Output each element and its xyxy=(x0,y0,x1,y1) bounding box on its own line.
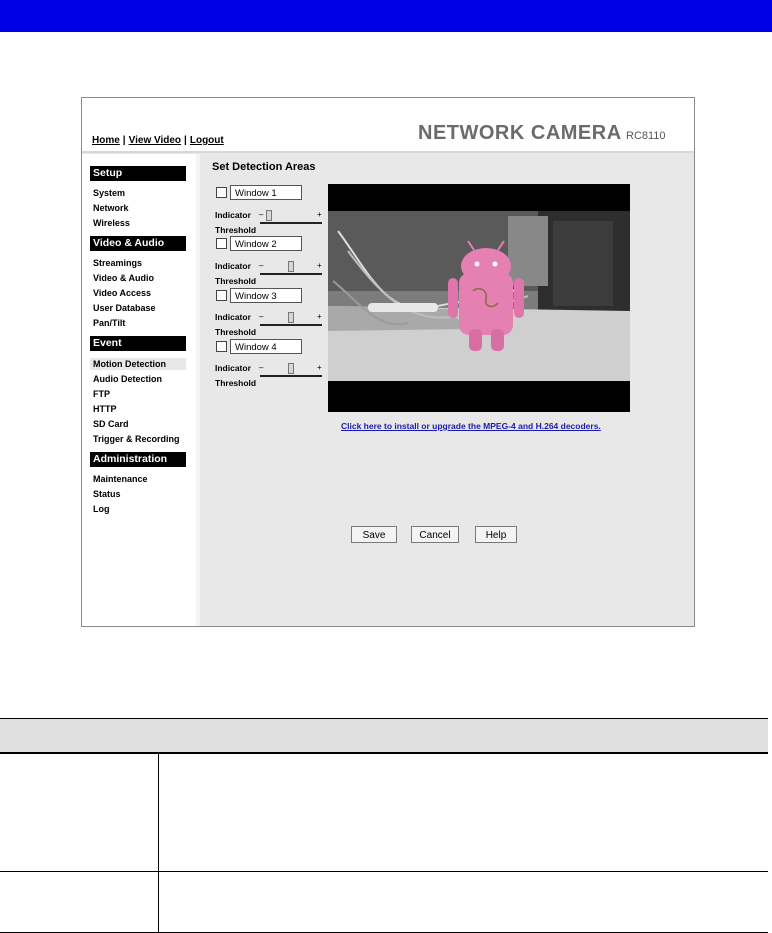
slider-min-mark: – xyxy=(259,261,264,270)
window-1-name-field[interactable]: Window 1 xyxy=(230,185,302,200)
slider-track xyxy=(260,324,322,326)
sidebar-section-administration: Administration xyxy=(90,452,186,467)
sidebar-item-motion-detection[interactable]: Motion Detection xyxy=(90,358,186,370)
indicator-label: Indicator xyxy=(215,363,251,373)
sidebar-item-maintenance[interactable]: Maintenance xyxy=(93,473,148,485)
sidebar-divider xyxy=(196,154,200,626)
slider-track xyxy=(260,375,322,377)
slider-max-mark: + xyxy=(317,312,322,321)
indicator-label: Indicator xyxy=(215,261,251,271)
home-link[interactable]: Home xyxy=(92,135,120,146)
page-title: Set Detection Areas xyxy=(212,161,316,173)
sidebar-section-event: Event xyxy=(90,336,186,351)
sidebar-item-pan-tilt[interactable]: Pan/Tilt xyxy=(93,317,125,329)
slider-max-mark: + xyxy=(317,261,322,270)
sidebar-section-video-audio: Video & Audio xyxy=(90,236,186,251)
window-3-checkbox[interactable] xyxy=(216,290,227,301)
sidebar-item-status[interactable]: Status xyxy=(93,488,121,500)
sidebar-item-log[interactable]: Log xyxy=(93,503,110,515)
threshold-label: Threshold xyxy=(215,378,257,388)
window-4-checkbox[interactable] xyxy=(216,341,227,352)
window-3-threshold-slider[interactable]: – + xyxy=(259,312,322,326)
cancel-button[interactable]: Cancel xyxy=(411,526,459,543)
slider-max-mark: + xyxy=(317,210,322,219)
slider-max-mark: + xyxy=(317,363,322,372)
link-separator: | xyxy=(122,135,126,146)
slider-thumb[interactable] xyxy=(265,210,272,221)
threshold-label: Threshold xyxy=(215,276,257,286)
sidebar-item-network[interactable]: Network xyxy=(93,202,129,214)
column-divider xyxy=(158,754,159,871)
slider-thumb[interactable] xyxy=(288,312,294,323)
slider-min-mark: – xyxy=(259,312,264,321)
sidebar-item-system[interactable]: System xyxy=(93,187,125,199)
decoder-install-link[interactable]: Click here to install or upgrade the MPE… xyxy=(341,421,601,431)
threshold-label: Threshold xyxy=(215,327,257,337)
window-4-name-field[interactable]: Window 4 xyxy=(230,339,302,354)
window-1-threshold-slider[interactable]: – + xyxy=(259,210,322,224)
model-number: RC8110 xyxy=(626,130,666,142)
slider-min-mark: – xyxy=(259,210,264,219)
indicator-label: Indicator xyxy=(215,312,251,322)
window-1-checkbox[interactable] xyxy=(216,187,227,198)
header-divider xyxy=(82,151,694,153)
sidebar-item-user-database[interactable]: User Database xyxy=(93,302,156,314)
sidebar-item-trigger-recording[interactable]: Trigger & Recording xyxy=(93,433,180,445)
sidebar-section-setup: Setup xyxy=(90,166,186,181)
header-links: Home | View Video | Logout xyxy=(92,135,224,146)
help-button[interactable]: Help xyxy=(475,526,517,543)
table-header xyxy=(0,718,768,754)
save-button[interactable]: Save xyxy=(351,526,397,543)
logout-link[interactable]: Logout xyxy=(190,135,224,146)
brand-title: NETWORK CAMERA xyxy=(418,122,622,144)
sidebar-item-video-access[interactable]: Video Access xyxy=(93,287,151,299)
camera-web-ui: Home | View Video | Logout NETWORK CAMERA RC… xyxy=(81,97,695,627)
slider-thumb[interactable] xyxy=(288,363,294,374)
slider-min-mark: – xyxy=(259,363,264,372)
header: Home | View Video | Logout NETWORK CAMERA RC… xyxy=(82,98,694,153)
window-4-threshold-slider[interactable]: – + xyxy=(259,363,322,377)
sidebar-item-video-audio[interactable]: Video & Audio xyxy=(93,272,154,284)
window-2-checkbox[interactable] xyxy=(216,238,227,249)
slider-thumb[interactable] xyxy=(288,261,294,272)
column-divider xyxy=(158,872,159,932)
threshold-label: Threshold xyxy=(215,225,257,235)
slider-track xyxy=(260,222,322,224)
window-3-name-field[interactable]: Window 3 xyxy=(230,288,302,303)
window-2-name-field[interactable]: Window 2 xyxy=(230,236,302,251)
sidebar-item-wireless[interactable]: Wireless xyxy=(93,217,130,229)
sidebar-item-sd-card[interactable]: SD Card xyxy=(93,418,129,430)
table-row xyxy=(0,754,768,872)
top-banner xyxy=(0,0,772,32)
sidebar: Setup System Network Wireless Video & Au… xyxy=(82,154,196,626)
table-row xyxy=(0,872,768,933)
sidebar-item-audio-detection[interactable]: Audio Detection xyxy=(93,373,162,385)
indicator-label: Indicator xyxy=(215,210,251,220)
sidebar-item-http[interactable]: HTTP xyxy=(93,403,117,415)
sidebar-item-streamings[interactable]: Streamings xyxy=(93,257,142,269)
link-separator: | xyxy=(184,135,187,146)
window-2-threshold-slider[interactable]: – + xyxy=(259,261,322,275)
video-preview[interactable] xyxy=(328,184,630,412)
view-video-link[interactable]: View Video xyxy=(129,135,181,146)
camera-feed-image xyxy=(328,211,630,381)
slider-track xyxy=(260,273,322,275)
sidebar-item-ftp[interactable]: FTP xyxy=(93,388,110,400)
